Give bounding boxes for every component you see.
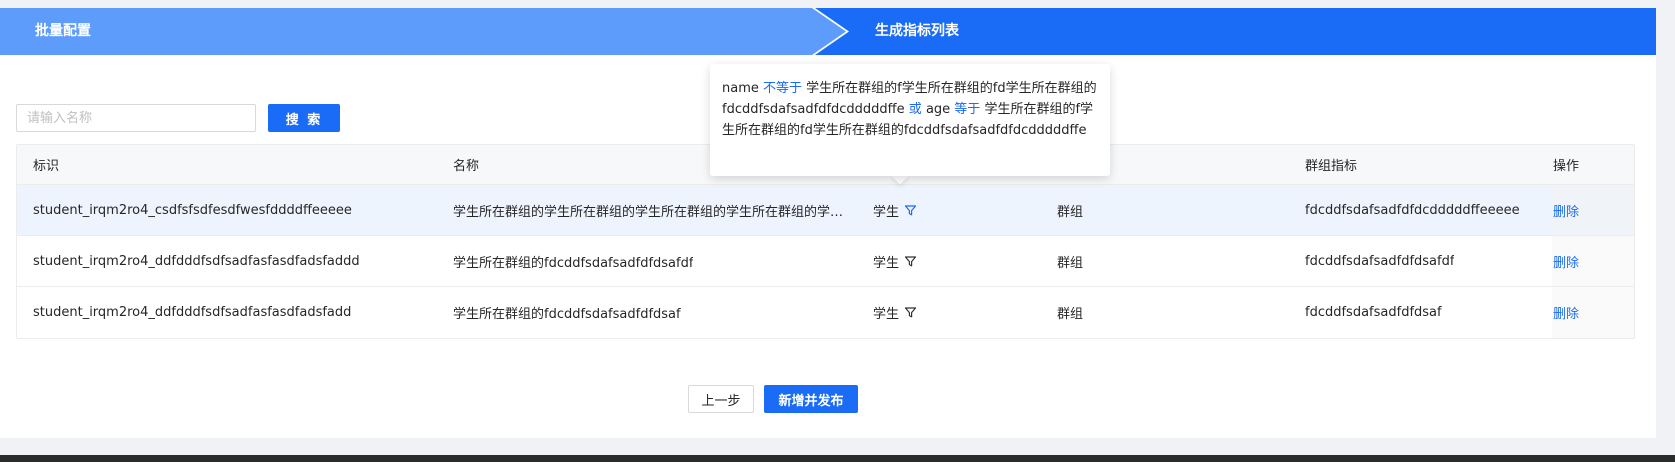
cell-metric: fdcddfsdafsadfdfdsaf: [1305, 305, 1442, 320]
cell-op: 删除: [1553, 236, 1633, 286]
cell-name: 学生所在群组的学生所在群组的学生所在群组的学生所在群组的学生所在群组: [453, 204, 848, 220]
cell-group: 群组: [1057, 255, 1084, 271]
step-batch-config[interactable]: 批量配置: [0, 8, 846, 55]
header-id: 标识: [33, 159, 60, 174]
prev-step-button[interactable]: 上一步: [688, 385, 754, 413]
cell-type: 学生: [873, 287, 1023, 338]
cell-name: 学生所在群组的fdcddfsdafsadfdfdsafdf: [453, 255, 694, 271]
cell-group: 群组: [1057, 204, 1084, 220]
header-op: 操作: [1553, 159, 1580, 174]
step-generate-list[interactable]: 生成指标列表: [815, 8, 1656, 55]
cell-id: student_irqm2ro4_ddfdddfsdfsadfasfasdfad…: [33, 305, 352, 320]
step-label: 批量配置: [35, 23, 91, 39]
steps-bar: 批量配置 生成指标列表: [0, 8, 1656, 55]
cell-op: 删除: [1553, 287, 1633, 338]
tooltip-operator: 等于: [954, 102, 981, 117]
cell-op: 删除: [1553, 185, 1633, 235]
tooltip-operator: 不等于: [763, 81, 803, 96]
step-label: 生成指标列表: [875, 23, 959, 39]
table-row[interactable]: student_irqm2ro4_csdfsfsdfesdfwesfddddff…: [17, 185, 1634, 236]
tooltip-field: age: [925, 102, 951, 117]
page-card: 批量配置 生成指标列表 搜 索 标识 名称 群组 群组指标 操作 student…: [0, 8, 1656, 438]
cell-id: student_irqm2ro4_csdfsfsdfesdfwesfddddff…: [33, 202, 352, 218]
filter-icon[interactable]: [904, 306, 917, 319]
table-row[interactable]: student_irqm2ro4_ddfdddfsdfsadfasfasdfad…: [17, 236, 1634, 287]
tooltip-connector: 或: [908, 102, 922, 117]
tooltip-field: name: [722, 81, 759, 96]
delete-link[interactable]: 删除: [1553, 201, 1579, 220]
add-and-publish-button[interactable]: 新增并发布: [764, 385, 858, 413]
cell-type: 学生: [873, 185, 1023, 235]
filter-tooltip: name 不等于 学生所在群组的f学生所在群组的fd学生所在群组的fdcddfs…: [710, 64, 1110, 176]
search-button[interactable]: 搜 索: [268, 104, 340, 132]
filter-icon[interactable]: [904, 255, 917, 268]
delete-link[interactable]: 删除: [1553, 303, 1579, 322]
delete-link[interactable]: 删除: [1553, 252, 1579, 271]
cell-metric: fdcddfsdafsadfdfdcdddddffeeeee: [1305, 202, 1520, 218]
cell-metric: fdcddfsdafsadfdfdsafdf: [1305, 253, 1455, 269]
cell-name: 学生所在群组的fdcddfsdafsadfdfdsaf: [453, 307, 681, 322]
cell-type: 学生: [873, 236, 1023, 286]
search-input[interactable]: [16, 104, 256, 132]
filter-icon[interactable]: [904, 204, 917, 217]
cell-id: student_irqm2ro4_ddfdddfsdfsadfasfasdfad…: [33, 253, 360, 269]
bottom-bar: [0, 455, 1675, 462]
header-metric: 群组指标: [1305, 159, 1358, 174]
cell-group: 群组: [1057, 307, 1084, 322]
table-row[interactable]: student_irqm2ro4_ddfdddfsdfsadfasfasdfad…: [17, 287, 1634, 338]
